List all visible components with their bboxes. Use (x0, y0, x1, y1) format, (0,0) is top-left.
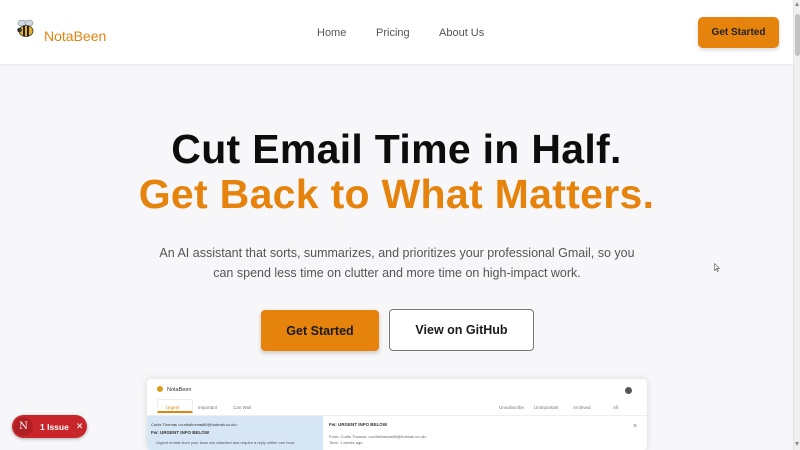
header-get-started-button[interactable]: Get Started (698, 17, 779, 48)
hero-title-line-2: Get Back to What Matters. (138, 171, 655, 217)
preview-list-sender: Curtis Thomas <curtisthomas89@hotmail.co… (151, 422, 238, 427)
preview-tab-unimportant: Unimportant (534, 405, 559, 410)
view-on-github-button[interactable]: View on GitHub (389, 309, 534, 351)
preview-email-list-item: Curtis Thomas <curtisthomas89@hotmail.co… (147, 416, 323, 450)
app-preview-screenshot: NotaBeen Urgent Important Can Wait Unsub… (147, 379, 647, 450)
page-scrollbar[interactable] (793, 0, 800, 450)
site-header: NotaBeen Home Pricing About Us Get Start… (0, 0, 793, 65)
hero-title-line-1: Cut Email Time in Half. (171, 126, 622, 172)
preview-tab-archived: Archived (573, 405, 591, 410)
preview-tab-important: Important (198, 405, 218, 410)
preview-detail-subject: Fw: URGENT INFO BELOW (329, 422, 387, 427)
hero-get-started-button[interactable]: Get Started (261, 310, 379, 351)
logo[interactable] (14, 18, 38, 40)
preview-list-snippet: Urgent emails from your boss are attache… (156, 440, 296, 445)
preview-app-name: NotaBeen (167, 387, 192, 393)
preview-detail-from: From: Curtis Thomas <curtisthomas89@hotm… (329, 434, 428, 439)
nav-home[interactable]: Home (317, 27, 346, 39)
preview-tab-all: All (613, 405, 619, 410)
close-icon[interactable]: ✕ (76, 421, 84, 432)
preview-tab-can-wait: Can Wait (233, 405, 252, 410)
nextjs-icon: N (14, 417, 33, 436)
preview-detail-time: Time: 1 weeks ago (329, 440, 363, 445)
nav-pricing[interactable]: Pricing (376, 27, 410, 39)
brand-name[interactable]: NotaBeen (44, 28, 106, 44)
preview-tab-urgent: Urgent (166, 405, 180, 410)
preview-avatar (625, 387, 632, 394)
preview-tab-unsubscribe: Unsubscribe (499, 405, 525, 410)
preview-bee-icon (157, 386, 163, 392)
dev-issues-badge[interactable]: N 1 Issue ✕ (12, 415, 87, 438)
scroll-thumb[interactable] (795, 14, 800, 56)
scroll-up-arrow-icon[interactable] (795, 2, 799, 6)
preview-list-subject: Fw: URGENT INFO BELOW (151, 430, 209, 435)
bee-logo-icon (17, 19, 34, 37)
issue-count-label: 1 Issue (40, 421, 69, 432)
preview-close-icon: × (633, 423, 638, 430)
scroll-down-arrow-icon[interactable] (795, 442, 799, 446)
nav-about-us[interactable]: About Us (439, 27, 484, 39)
mouse-cursor-icon (714, 263, 720, 272)
hero-subtitle: An AI assistant that sorts, summarizes, … (159, 246, 635, 280)
